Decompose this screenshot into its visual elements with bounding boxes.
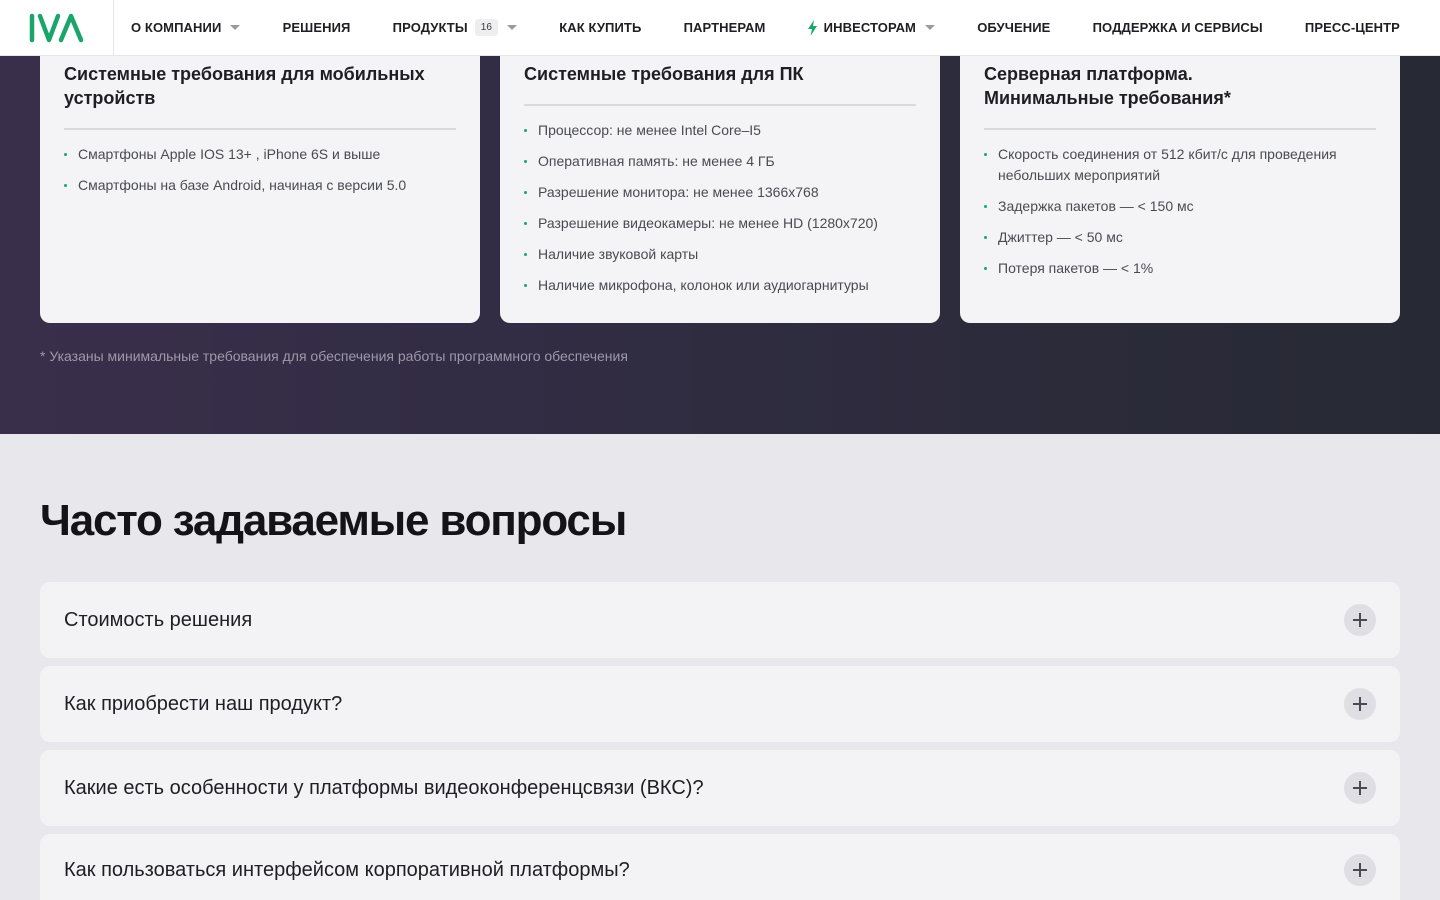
faq-question: Какие есть особенности у платформы видео… xyxy=(64,776,704,799)
list-item: Джиттер — < 50 мс xyxy=(984,227,1376,248)
list-item: Скорость соединения от 512 кбит/с для пр… xyxy=(984,144,1376,186)
chevron-down-icon xyxy=(925,25,935,30)
faq-item[interactable]: Какие есть особенности у платформы видео… xyxy=(40,750,1400,826)
requirements-card-pc: Системные требования для ПК Процессор: н… xyxy=(500,40,940,323)
faq-title: Часто задаваемые вопросы xyxy=(40,496,627,545)
nav-item-label: ПРОДУКТЫ xyxy=(392,20,468,35)
nav-item-company[interactable]: О КОМПАНИИ xyxy=(131,20,241,35)
faq-question: Стоимость решения xyxy=(64,608,253,631)
requirements-list: Смартфоны Apple IOS 13+ , iPhone 6S и вы… xyxy=(64,144,456,196)
card-divider xyxy=(524,104,916,106)
logo[interactable] xyxy=(0,0,114,56)
nav-item-support[interactable]: ПОДДЕРЖКА И СЕРВИСЫ xyxy=(1093,20,1263,35)
nav-item-label: О КОМПАНИИ xyxy=(131,20,222,35)
nav-item-solutions[interactable]: РЕШЕНИЯ xyxy=(283,20,351,35)
nav-item-label: ПАРТНЕРАМ xyxy=(683,20,766,35)
expand-plus-icon[interactable] xyxy=(1344,604,1376,636)
nav-item-label: ПОДДЕРЖКА И СЕРВИСЫ xyxy=(1092,20,1263,35)
expand-plus-icon[interactable] xyxy=(1344,688,1376,720)
requirements-card-server: Серверная платформа. Минимальные требова… xyxy=(960,40,1400,323)
site-header: О КОМПАНИИ РЕШЕНИЯ ПРОДУКТЫ 16 КАК КУПИТ… xyxy=(0,0,1440,56)
nav-item-education[interactable]: ОБУЧЕНИЕ xyxy=(977,20,1050,35)
nav-item-label: ПРЕСС-ЦЕНТР xyxy=(1304,20,1400,35)
nav-item-label: ИНВЕСТОРАМ xyxy=(823,20,916,35)
nav-item-how-to-buy[interactable]: КАК КУПИТЬ xyxy=(559,20,641,35)
card-title: Системные требования для ПК xyxy=(524,64,804,84)
nav-item-label: КАК КУПИТЬ xyxy=(559,20,642,35)
list-item: Процессор: не менее Intel Core–I5 xyxy=(524,120,916,141)
requirements-card-mobile: Системные требования для мобильных устро… xyxy=(40,40,480,323)
faq-item[interactable]: Как приобрести наш продукт? xyxy=(40,666,1400,742)
card-divider xyxy=(984,128,1376,130)
list-item: Смартфоны Apple IOS 13+ , iPhone 6S и вы… xyxy=(64,144,456,165)
nav-item-label: РЕШЕНИЯ xyxy=(282,20,351,35)
main-nav: О КОМПАНИИ РЕШЕНИЯ ПРОДУКТЫ 16 КАК КУПИТ… xyxy=(114,0,1440,55)
expand-plus-icon[interactable] xyxy=(1344,854,1376,886)
list-item: Наличие микрофона, колонок или аудиогарн… xyxy=(524,275,916,296)
card-divider xyxy=(64,128,456,130)
requirements-list: Процессор: не менее Intel Core–I5 Операт… xyxy=(524,120,916,296)
nav-item-products[interactable]: ПРОДУКТЫ 16 xyxy=(392,19,518,36)
faq-question: Как приобрести наш продукт? xyxy=(64,692,343,715)
list-item: Задержка пакетов — < 150 мс xyxy=(984,196,1376,217)
faq-item[interactable]: Как пользоваться интерфейсом корпоративн… xyxy=(40,834,1400,900)
list-item: Наличие звуковой карты xyxy=(524,244,916,265)
card-title: Системные требования для мобильных устро… xyxy=(64,64,425,108)
requirements-list: Скорость соединения от 512 кбит/с для пр… xyxy=(984,144,1376,279)
list-item: Разрешение видеокамеры: не менее HD (128… xyxy=(524,213,916,234)
card-title: Серверная платформа. Минимальные требова… xyxy=(984,64,1231,108)
list-item: Оперативная память: не менее 4 ГБ xyxy=(524,151,916,172)
list-item: Потеря пакетов — < 1% xyxy=(984,258,1376,279)
nav-item-partners[interactable]: ПАРТНЕРАМ xyxy=(684,20,766,35)
list-item: Смартфоны на базе Android, начиная с вер… xyxy=(64,175,456,196)
nav-item-label: ОБУЧЕНИЕ xyxy=(977,20,1051,35)
faq-question: Как пользоваться интерфейсом корпоративн… xyxy=(64,858,630,881)
expand-plus-icon[interactable] xyxy=(1344,772,1376,804)
faq-item[interactable]: Стоимость решения xyxy=(40,582,1400,658)
requirements-footnote: * Указаны минимальные требования для обе… xyxy=(40,348,628,364)
iva-logo-icon xyxy=(29,13,83,42)
lightning-icon xyxy=(807,19,817,36)
list-item: Разрешение монитора: не менее 1366x768 xyxy=(524,182,916,203)
products-count-badge: 16 xyxy=(474,19,499,36)
nav-item-investors[interactable]: ИНВЕСТОРАМ xyxy=(807,19,935,36)
chevron-down-icon xyxy=(507,25,518,30)
nav-item-press-center[interactable]: ПРЕСС-ЦЕНТР xyxy=(1305,20,1400,35)
chevron-down-icon xyxy=(230,25,241,30)
